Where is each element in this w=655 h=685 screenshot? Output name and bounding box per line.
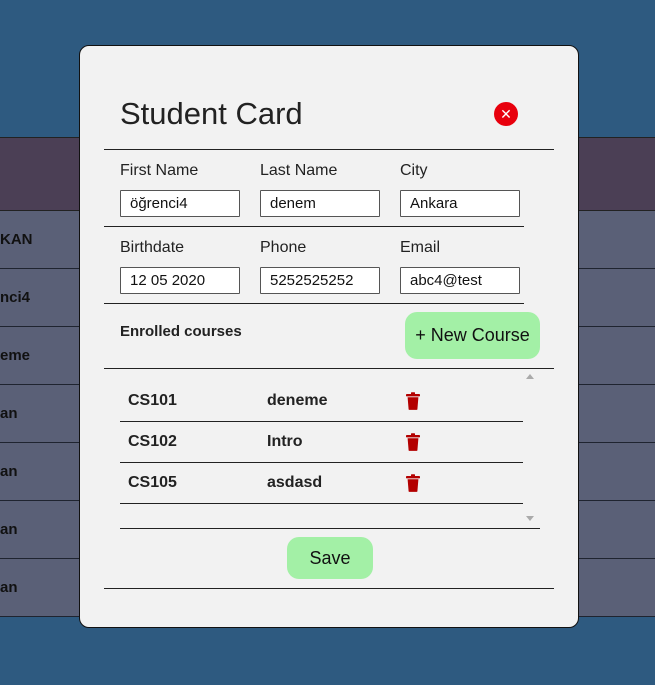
background-cell: an [0,463,18,480]
divider [104,149,554,150]
email-label: Email [400,239,441,256]
divider [104,303,524,304]
enrolled-courses-label: Enrolled courses [120,323,242,340]
divider [104,368,554,369]
city-input[interactable] [400,190,520,217]
course-row: CS101 deneme [120,381,523,422]
trash-icon[interactable] [405,392,421,410]
trash-icon[interactable] [405,433,421,451]
divider [104,226,524,227]
course-row: CS105 asdasd [120,463,523,504]
last-name-input[interactable] [260,190,380,217]
course-code: CS105 [128,474,177,491]
trash-icon[interactable] [405,474,421,492]
background-cell: KAN [0,231,33,248]
course-code: CS101 [128,392,177,409]
phone-label: Phone [260,239,307,256]
first-name-label: First Name [120,162,199,179]
birthdate-label: Birthdate [120,239,185,256]
phone-input[interactable] [260,267,380,294]
scroll-down-arrow-icon[interactable] [526,516,534,521]
last-name-label: Last Name [260,162,338,179]
close-icon[interactable]: ✕ [494,102,518,126]
background-cell: an [0,405,18,422]
first-name-input[interactable] [120,190,240,217]
course-name: deneme [267,392,328,409]
course-name: Intro [267,433,303,450]
modal-title: Student Card [120,96,303,131]
student-card-modal: Student Card ✕ First Name Last Name City… [79,45,579,628]
course-code: CS102 [128,433,177,450]
scroll-up-arrow-icon[interactable] [526,374,534,379]
divider [120,528,540,529]
course-row: CS102 Intro [120,422,523,463]
divider [104,588,554,589]
email-input[interactable] [400,267,520,294]
birthdate-input[interactable] [120,267,240,294]
course-list: CS101 deneme CS102 Intro CS105 asdasd [120,370,540,528]
background-cell: an [0,579,18,596]
background-cell: nci4 [0,289,31,306]
save-button[interactable]: Save [287,537,373,579]
background-cell: eme [0,347,31,364]
course-name: asdasd [267,474,323,491]
new-course-button[interactable]: + New Course [405,312,540,359]
city-label: City [400,162,428,179]
background-cell: an [0,521,18,538]
